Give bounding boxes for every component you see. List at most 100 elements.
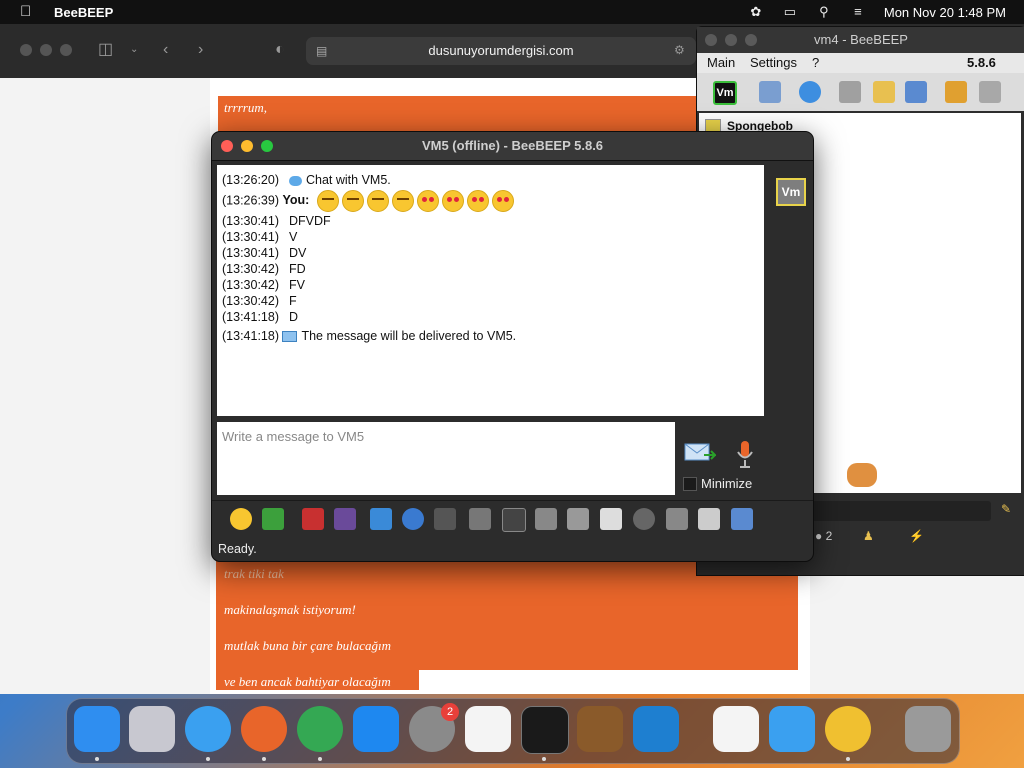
network-icon[interactable] bbox=[799, 81, 821, 103]
vscode-icon[interactable] bbox=[633, 706, 679, 752]
terminal-icon[interactable] bbox=[521, 706, 569, 754]
heart-eyes-emoji-icon bbox=[491, 190, 514, 212]
minimize-button[interactable] bbox=[40, 44, 52, 56]
heart-eyes-emoji-icon bbox=[416, 190, 439, 212]
vm-avatar-icon[interactable]: Vm bbox=[713, 81, 737, 105]
poem-line: trak tiki tak bbox=[224, 566, 284, 581]
weather-icon[interactable] bbox=[769, 706, 815, 752]
send-icon[interactable] bbox=[684, 441, 716, 465]
minimize-button[interactable] bbox=[725, 34, 737, 46]
message-history[interactable]: (13:26:20) Chat with VM5. (13:26:39) You:… bbox=[217, 165, 764, 416]
menubar:  BeeBEEP ✿ ▭ ⚲ ≡ Mon Nov 20 1:48 PM bbox=[0, 0, 1024, 24]
running-indicator bbox=[846, 757, 850, 761]
forward-icon[interactable]: › bbox=[198, 40, 203, 60]
microphone-icon[interactable] bbox=[735, 439, 755, 469]
close-button[interactable] bbox=[221, 140, 233, 152]
settings-notification-badge: 2 bbox=[441, 703, 459, 721]
status-count: ● 2 bbox=[815, 529, 833, 543]
folder-icon[interactable] bbox=[839, 81, 861, 103]
screenshot-icon[interactable] bbox=[633, 508, 655, 530]
filter-icon[interactable] bbox=[370, 508, 392, 530]
clear-icon[interactable] bbox=[666, 508, 688, 530]
detach-icon[interactable] bbox=[731, 508, 753, 530]
spellcheck-icon[interactable] bbox=[434, 508, 456, 530]
finder-icon[interactable] bbox=[74, 706, 120, 752]
save-chat-icon[interactable] bbox=[262, 508, 284, 530]
sidebar-icon[interactable]: ◫ bbox=[98, 40, 113, 60]
garageband-icon[interactable] bbox=[577, 706, 623, 752]
firefox-icon[interactable] bbox=[241, 706, 287, 752]
reader-icon[interactable]: ▤ bbox=[316, 37, 327, 65]
chat-window: VM5 (offline) - BeeBEEP 5.8.6 (13:26:20)… bbox=[211, 131, 814, 562]
bee-icon[interactable]: ✿ bbox=[748, 5, 764, 19]
app-name-menu[interactable]: BeeBEEP bbox=[54, 5, 113, 20]
chat-toolbar bbox=[212, 500, 813, 537]
bee-status-icon[interactable]: ⚡ bbox=[909, 529, 924, 543]
control-center-icon[interactable]: ≡ bbox=[850, 5, 866, 19]
list-item: (13:30:41) V bbox=[222, 230, 298, 244]
users-icon[interactable]: ♟ bbox=[863, 529, 874, 543]
edit-profile-icon[interactable] bbox=[759, 81, 781, 103]
minimize-button[interactable] bbox=[241, 140, 253, 152]
chevron-down-icon[interactable]: ⌄ bbox=[130, 40, 138, 60]
share-icon[interactable] bbox=[567, 508, 589, 530]
poem-top-line: trrrrum, bbox=[224, 100, 267, 115]
font-icon[interactable] bbox=[302, 508, 324, 530]
screen-mirroring-icon[interactable]: ▭ bbox=[782, 5, 798, 19]
message-input[interactable]: Write a message to VM5 bbox=[217, 422, 675, 495]
smirk-emoji-icon bbox=[391, 190, 414, 212]
input-placeholder: Write a message to VM5 bbox=[222, 429, 365, 444]
trash-icon[interactable] bbox=[979, 81, 1001, 103]
running-indicator bbox=[206, 757, 210, 761]
chat-header-message: (13:26:20) Chat with VM5. bbox=[222, 173, 391, 187]
vm4-toolbar: Vm bbox=[697, 73, 1024, 111]
beebeep-icon[interactable] bbox=[825, 706, 871, 752]
launchpad-icon[interactable] bbox=[129, 706, 175, 752]
trash-icon[interactable] bbox=[905, 706, 951, 752]
minimize-checkbox[interactable] bbox=[683, 477, 697, 491]
delivery-notice: (13:41:18) The message will be delivered… bbox=[222, 329, 517, 343]
notes-icon[interactable] bbox=[698, 508, 720, 530]
menu-settings[interactable]: Settings bbox=[750, 55, 797, 70]
search-icon[interactable]: ⚲ bbox=[816, 5, 832, 19]
settings-icon[interactable] bbox=[402, 508, 424, 530]
running-indicator bbox=[95, 757, 99, 761]
status-text: Ready. bbox=[218, 542, 257, 556]
apple-icon[interactable]:  bbox=[20, 4, 34, 19]
close-button[interactable] bbox=[705, 34, 717, 46]
zoom-button[interactable] bbox=[60, 44, 72, 56]
visual-studio-icon[interactable] bbox=[713, 706, 759, 752]
menu-main[interactable]: Main bbox=[707, 55, 735, 70]
safari-icon[interactable] bbox=[185, 706, 231, 752]
poem-line: ve ben ancak bahtiyar olacağım bbox=[224, 674, 391, 689]
back-icon[interactable]: ‹ bbox=[163, 40, 168, 60]
dictionary-icon[interactable] bbox=[469, 508, 491, 530]
running-indicator bbox=[262, 757, 266, 761]
url-bar[interactable]: ▤ dusunuyorumdergisi.com bbox=[306, 37, 696, 65]
menu-help[interactable]: ? bbox=[812, 55, 819, 70]
app-store-icon[interactable] bbox=[353, 706, 399, 752]
heart-eyes-emoji-icon bbox=[466, 190, 489, 212]
vm-avatar[interactable]: Vm bbox=[776, 178, 806, 206]
datetime[interactable]: Mon Nov 20 1:48 PM bbox=[884, 5, 1006, 20]
close-button[interactable] bbox=[20, 44, 32, 56]
textedit-icon[interactable] bbox=[465, 706, 511, 752]
broom-icon[interactable]: ✎ bbox=[1001, 502, 1011, 516]
code-icon[interactable] bbox=[600, 508, 622, 530]
privacy-shield-icon[interactable]: ◐ bbox=[275, 40, 285, 60]
font-color-icon[interactable] bbox=[334, 508, 356, 530]
plugins-icon[interactable] bbox=[905, 81, 927, 103]
search-field[interactable] bbox=[811, 501, 991, 521]
chat-side-panel bbox=[772, 162, 812, 502]
save-as-icon[interactable] bbox=[535, 508, 557, 530]
chrome-icon[interactable] bbox=[297, 706, 343, 752]
zoom-button[interactable] bbox=[745, 34, 757, 46]
translate-icon[interactable]: ⚙ bbox=[674, 40, 685, 60]
emoji-icon[interactable] bbox=[230, 508, 252, 530]
mail-icon[interactable] bbox=[873, 81, 895, 103]
version-label: 5.8.6 bbox=[967, 55, 996, 70]
poem-line: makinalaşmak istiyorum! bbox=[224, 602, 356, 617]
send-file-icon[interactable] bbox=[502, 508, 526, 532]
files-icon[interactable] bbox=[945, 81, 967, 103]
zoom-button[interactable] bbox=[261, 140, 273, 152]
